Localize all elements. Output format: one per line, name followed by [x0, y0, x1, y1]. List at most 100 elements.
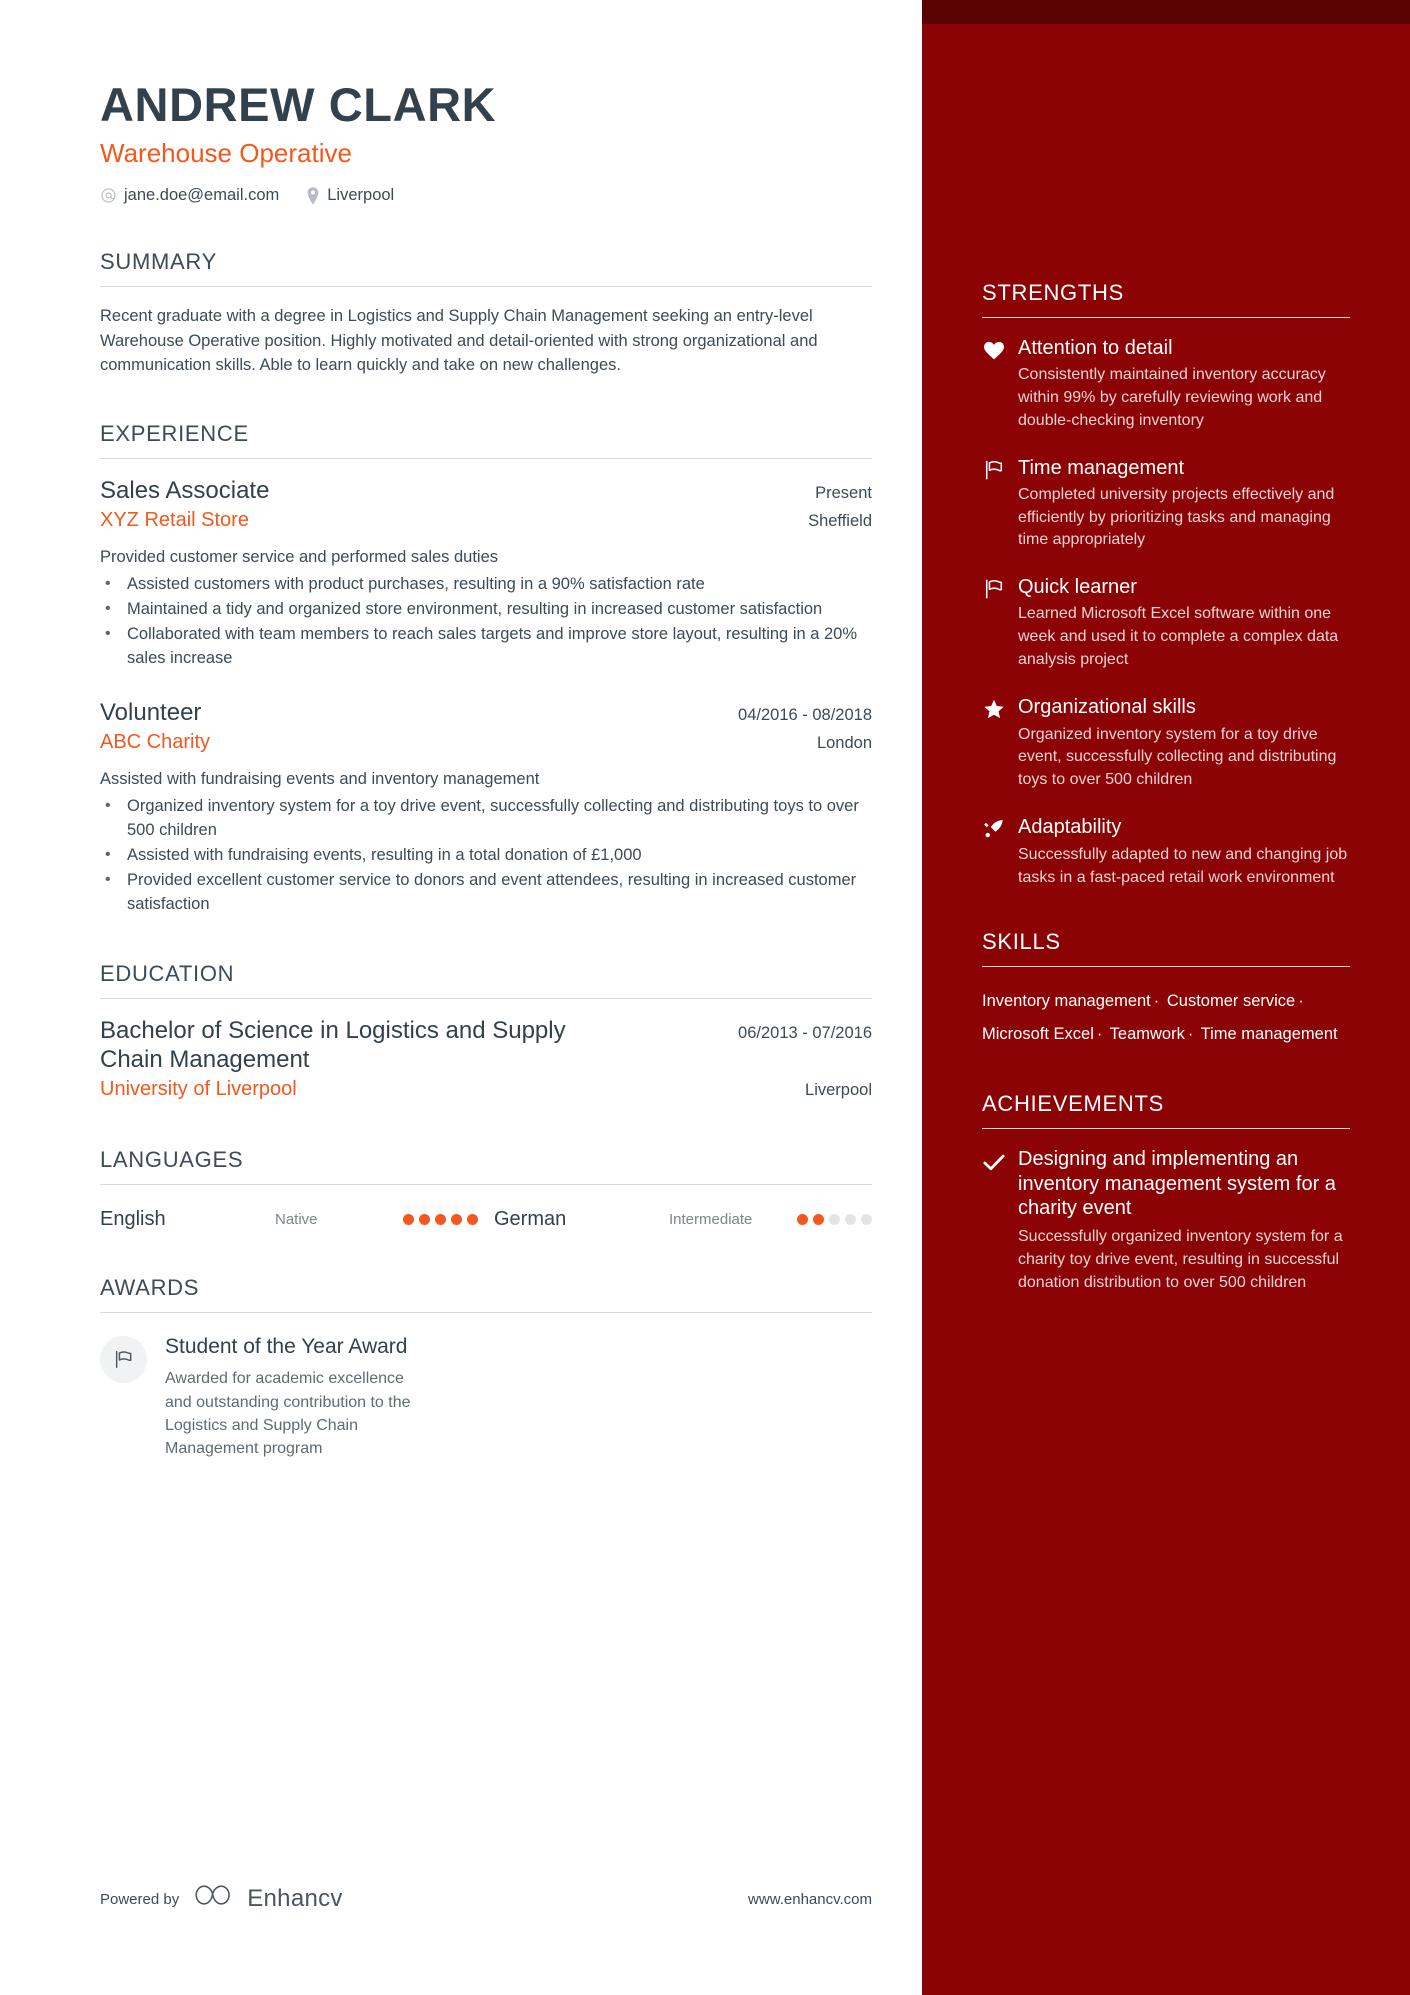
language-item: English Native: [100, 1208, 494, 1231]
experience-bullet: Assisted customers with product purchase…: [100, 572, 872, 597]
check-icon: [982, 1147, 1005, 1220]
awards-heading: AWARDS: [100, 1275, 200, 1301]
experience-entry-titlerow: Volunteer 04/2016 - 08/2018: [100, 698, 872, 727]
experience-location: Sheffield: [808, 512, 872, 531]
enhancv-wordmark: Enhancv: [247, 1885, 343, 1912]
awards-section: AWARDS Student of the Year Award Awarded…: [100, 1275, 872, 1460]
experience-bullets: Organized inventory system for a toy dri…: [100, 794, 872, 917]
languages-heading: LANGUAGES: [100, 1147, 244, 1173]
strengths-heading: STRENGTHS: [982, 280, 1124, 305]
achievements-section: ACHIEVEMENTS Designing and implementing …: [982, 1091, 1350, 1294]
experience-role: Volunteer: [100, 698, 202, 726]
experience-date: Present: [815, 484, 872, 502]
education-entry-orgrow: University of Liverpool Liverpool: [100, 1076, 872, 1103]
skill-item: Microsoft Excel: [982, 1025, 1094, 1044]
experience-date: 04/2016 - 08/2018: [738, 705, 872, 724]
star-icon: [982, 695, 1005, 720]
powered-by-block: Powered by Enhancv: [100, 1884, 343, 1914]
strength-item: Adaptability Successfully adapted to new…: [982, 815, 1350, 889]
experience-entry-titlerow: Sales Associate Present: [100, 476, 872, 505]
awards-list: Student of the Year Award Awarded for ac…: [100, 1313, 872, 1460]
language-rating-dot: [419, 1214, 430, 1226]
strength-name: Organizational skills: [1018, 695, 1196, 718]
skill-separator: ·: [1096, 1025, 1103, 1044]
experience-heading: EXPERIENCE: [100, 421, 249, 446]
summary-text: Recent graduate with a degree in Logisti…: [100, 307, 818, 374]
language-rating: [403, 1214, 478, 1226]
language-rating-dot: [813, 1214, 824, 1226]
language-rating-dot: [467, 1214, 478, 1226]
language-rating: [797, 1214, 872, 1226]
education-date: 06/2013 - 07/2016: [738, 1023, 872, 1042]
experience-entry-orgrow: XYZ Retail Store Sheffield: [100, 507, 872, 534]
experience-company: ABC Charity: [100, 731, 211, 754]
strengths-list: Attention to detail Consistently maintai…: [982, 318, 1350, 889]
achievements-list: Designing and implementing an inventory …: [982, 1129, 1350, 1294]
language-rating-dot: [403, 1214, 414, 1226]
enhancv-logo-icon: [193, 1884, 233, 1914]
skills-heading: SKILLS: [982, 929, 1061, 955]
skill-item: Time management: [1200, 1025, 1338, 1044]
education-location: Liverpool: [805, 1081, 872, 1100]
strength-item: Attention to detail Consistently maintai…: [982, 336, 1350, 433]
achievement-description: Successfully organized inventory system …: [1018, 1228, 1343, 1291]
location-text: Liverpool: [327, 186, 395, 205]
language-level: Intermediate: [669, 1211, 753, 1229]
experience-bullets: Assisted customers with product purchase…: [100, 572, 872, 671]
education-school: University of Liverpool: [100, 1078, 297, 1101]
education-degree: Bachelor of Science in Logistics and Sup…: [100, 1016, 566, 1073]
experience-bullet: Collaborated with team members to reach …: [100, 622, 872, 671]
experience-entry: Sales Associate Present XYZ Retail Store…: [100, 476, 872, 671]
experience-description: Assisted with fundraising events and inv…: [100, 770, 540, 789]
language-level: Native: [275, 1211, 318, 1229]
main-column: ANDREW CLARK Warehouse Operative jane.do…: [0, 0, 922, 1995]
heart-icon: [982, 336, 1005, 360]
languages-section: LANGUAGES English Native German Intermed…: [100, 1147, 872, 1231]
skill-separator: ·: [1153, 992, 1160, 1011]
experience-bullet: Organized inventory system for a toy dri…: [100, 794, 872, 843]
email-text: jane.doe@email.com: [124, 186, 280, 205]
experience-entry-orgrow: ABC Charity London: [100, 729, 872, 756]
achievement-title: Designing and implementing an inventory …: [1018, 1148, 1336, 1220]
flag-icon: [100, 1336, 147, 1384]
footer: Powered by Enhancv www.enhancv.com: [100, 1884, 872, 1914]
experience-entry: Volunteer 04/2016 - 08/2018 ABC Charity …: [100, 698, 872, 917]
experience-list: Sales Associate Present XYZ Retail Store…: [100, 459, 872, 917]
strengths-divider: [982, 317, 1350, 318]
education-section: EDUCATION Bachelor of Science in Logisti…: [100, 961, 872, 1104]
resume-header: ANDREW CLARK Warehouse Operative jane.do…: [100, 79, 872, 205]
resume-page: STRENGTHS Attention to detail Consistent…: [0, 0, 1410, 1995]
strengths-section: STRENGTHS Attention to detail Consistent…: [982, 280, 1350, 889]
strength-description: Completed university projects effectivel…: [1018, 485, 1335, 549]
language-rating-dot: [845, 1214, 856, 1226]
skills-divider: [982, 966, 1350, 968]
language-rating-dot: [797, 1214, 808, 1226]
education-entry-titlerow: Bachelor of Science in Logistics and Sup…: [100, 1016, 872, 1075]
contact-email[interactable]: jane.doe@email.com: [100, 186, 279, 205]
education-entry: Bachelor of Science in Logistics and Sup…: [100, 1016, 872, 1104]
education-heading: EDUCATION: [100, 960, 235, 986]
rocket-icon: [982, 815, 1005, 840]
strength-item: Time management Completed university pro…: [982, 456, 1350, 553]
language-rating-dot: [829, 1214, 840, 1226]
language-name: German: [494, 1208, 567, 1231]
flag-icon: [982, 575, 1005, 599]
languages-list: English Native German Intermediate: [100, 1202, 872, 1231]
skill-item: Customer service: [1166, 992, 1296, 1011]
at-icon: [100, 187, 117, 204]
website-url[interactable]: www.enhancv.com: [748, 1891, 872, 1908]
strength-name: Attention to detail: [1018, 337, 1173, 359]
strength-description: Learned Microsoft Excel software within …: [1018, 605, 1339, 668]
achievement-item: Designing and implementing an inventory …: [982, 1147, 1350, 1294]
experience-bullet: Assisted with fundraising events, result…: [100, 843, 872, 868]
achievements-heading: ACHIEVEMENTS: [982, 1091, 1164, 1117]
skill-item: Inventory management: [982, 992, 1151, 1011]
job-title: Warehouse Operative: [100, 137, 352, 168]
summary-section: SUMMARY Recent graduate with a degree in…: [100, 249, 872, 377]
skill-separator: ·: [1298, 992, 1304, 1011]
skill-separator: ·: [1187, 1025, 1194, 1044]
achievements-divider: [982, 1128, 1350, 1130]
experience-bullet: Maintained a tidy and organized store en…: [100, 597, 872, 622]
strength-item: Organizational skills Organized inventor…: [982, 695, 1350, 792]
skill-item: Teamwork: [1109, 1025, 1185, 1044]
